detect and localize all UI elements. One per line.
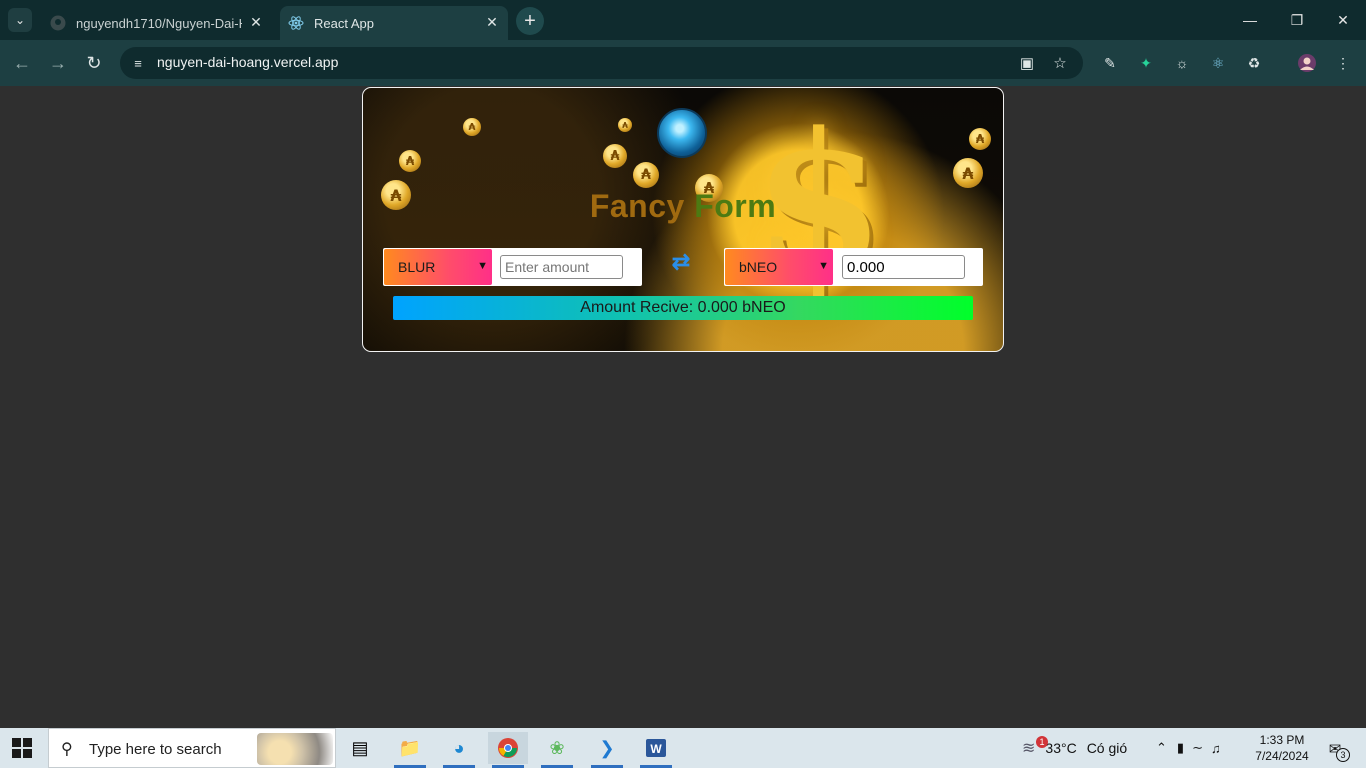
minimize-icon: — (1243, 12, 1257, 28)
notification-count: 3 (1336, 748, 1350, 762)
restore-button[interactable]: ❐ (1285, 8, 1309, 32)
battery-icon[interactable]: ▮ (1177, 740, 1184, 756)
profile-avatar[interactable] (1296, 52, 1318, 74)
forward-button[interactable]: → (46, 51, 70, 75)
bookmark-star-icon[interactable]: ☆ (1050, 53, 1070, 73)
close-icon[interactable]: ✕ (248, 14, 264, 30)
chrome-browser-icon[interactable] (488, 732, 528, 768)
clock-date: 7/24/2024 (1255, 749, 1309, 763)
arrow-left-icon: ← (13, 52, 31, 73)
windows-logo-icon (12, 738, 21, 747)
chevron-up-icon[interactable]: ⌃ (1156, 740, 1167, 756)
eyedropper-extension-icon[interactable]: ✎ (1099, 52, 1121, 74)
coin-decoration: ₳ (969, 128, 991, 150)
app-logo (657, 108, 707, 158)
windows-logo-icon (12, 749, 21, 758)
app-green-icon[interactable]: ❀ (537, 732, 577, 768)
amount-input[interactable] (500, 255, 623, 279)
swap-arrows-icon[interactable]: ⇄ (663, 248, 699, 276)
temperature-text: 33°C (1045, 740, 1077, 756)
to-panel: bNEO ▼ (724, 248, 983, 286)
search-icon: ⚲ (61, 741, 73, 758)
reload-icon: ↻ (86, 52, 102, 73)
arrow-right-icon: → (49, 52, 67, 73)
windows-logo-icon (23, 738, 32, 747)
search-highlight-image (257, 733, 333, 765)
chevron-down-icon: ▼ (477, 260, 488, 272)
github-icon (50, 15, 66, 31)
coin-decoration: ₳ (618, 118, 632, 132)
clock-time: 1:33 PM (1259, 733, 1305, 747)
form-title-part: Fancy (589, 188, 695, 224)
form-title: Fancy Form (363, 188, 1003, 225)
browser-tab-bar: ⌄ nguyendh1710/Nguyen-Dai-Hoang ✕ React … (0, 0, 1366, 40)
coin-decoration: ₳ (633, 162, 659, 188)
volume-icon[interactable]: ♫ (1211, 741, 1221, 756)
minimize-button[interactable]: — (1238, 8, 1262, 32)
output-amount-field[interactable] (842, 255, 965, 279)
install-app-icon[interactable]: ▣ (1017, 53, 1037, 73)
to-token-select[interactable]: bNEO ▼ (725, 249, 833, 285)
extensions-puzzle-icon[interactable]: ♻ (1243, 52, 1265, 74)
wifi-icon[interactable]: ∼ (1192, 740, 1203, 756)
from-token-select[interactable]: BLUR ▼ (384, 249, 492, 285)
new-tab-button[interactable]: + (516, 7, 544, 35)
weather-widget[interactable]: ≋ 1 33°C Có gió (1022, 728, 1127, 768)
amount-receive-bar: Amount Recive: 0.000 bNEO (393, 296, 973, 320)
plus-icon: + (524, 9, 536, 32)
to-token-value: bNEO (739, 259, 778, 275)
url-text[interactable]: nguyen-dai-hoang.vercel.app (157, 54, 338, 70)
browser-toolbar: ← → ↻ ≡ nguyen-dai-hoang.vercel.app ▣ ☆ … (0, 40, 1366, 86)
tab-github[interactable]: nguyendh1710/Nguyen-Dai-Hoang ✕ (44, 6, 272, 40)
form-title-accent: Form (694, 188, 777, 224)
tab-search-button[interactable]: ⌄ (8, 8, 32, 32)
page-content: ₳ ₳ ₳ ₳ ₳ ₳ ₳ ₳ ₳ $ Fancy Form BLUR ▼ ⇄ … (0, 86, 1366, 728)
tab-react-app[interactable]: React App ✕ (280, 6, 508, 40)
weather-badge: 1 (1036, 736, 1048, 748)
chevron-down-icon: ▼ (818, 260, 829, 272)
react-icon (288, 15, 304, 31)
coin-decoration: ₳ (603, 144, 627, 168)
taskbar-clock[interactable]: 1:33 PM 7/24/2024 (1246, 732, 1318, 764)
vscode-icon[interactable]: ❯ (587, 732, 627, 768)
windows-logo-icon (23, 749, 32, 758)
compass-extension-icon[interactable]: ☼ (1171, 52, 1193, 74)
word-icon[interactable]: W (636, 732, 676, 768)
extension-bird-icon[interactable]: ✦ (1135, 52, 1157, 74)
close-icon[interactable]: ✕ (484, 14, 500, 30)
search-placeholder: Type here to search (89, 741, 222, 758)
reload-button[interactable]: ↻ (82, 51, 106, 75)
windows-taskbar: ⚲ Type here to search ▤ 📁 ◕ ❀ ❯ W ≋ 1 33… (0, 728, 1366, 768)
notification-center-icon[interactable]: ✉ 3 (1324, 738, 1350, 762)
weather-condition-text: Có gió (1086, 740, 1128, 756)
more-menu-icon[interactable]: ⋮ (1332, 52, 1354, 74)
tab-title: nguyendh1710/Nguyen-Dai-Hoang (76, 15, 242, 31)
taskbar-search-box[interactable]: ⚲ Type here to search (48, 728, 336, 768)
wind-icon: ≋ (1022, 740, 1036, 757)
edge-browser-icon[interactable]: ◕ (439, 732, 479, 768)
file-explorer-icon[interactable]: 📁 (390, 732, 430, 768)
close-window-button[interactable]: ✕ (1331, 8, 1355, 32)
svg-text:W: W (650, 742, 662, 756)
back-button[interactable]: ← (10, 51, 34, 75)
react-devtools-icon[interactable]: ⚛ (1207, 52, 1229, 74)
tab-title: React App (314, 15, 374, 31)
chevron-down-icon: ⌄ (14, 13, 26, 27)
from-token-value: BLUR (398, 259, 436, 275)
site-info-icon[interactable]: ≡ (128, 53, 148, 73)
restore-icon: ❐ (1290, 11, 1304, 28)
coin-decoration: ₳ (953, 158, 983, 188)
coin-decoration: ₳ (463, 118, 481, 136)
windows-start-button[interactable] (12, 738, 32, 758)
close-icon: ✕ (1337, 11, 1349, 28)
coin-decoration: ₳ (399, 150, 421, 172)
address-bar[interactable]: ≡ nguyen-dai-hoang.vercel.app ▣ ☆ (120, 47, 1083, 79)
fancy-form-card: ₳ ₳ ₳ ₳ ₳ ₳ ₳ ₳ ₳ $ Fancy Form BLUR ▼ ⇄ … (362, 87, 1004, 352)
system-tray: ⌃ ▮ ∼ ♫ (1156, 728, 1221, 768)
task-view-icon[interactable]: ▤ (340, 732, 380, 764)
from-panel: BLUR ▼ (383, 248, 642, 286)
